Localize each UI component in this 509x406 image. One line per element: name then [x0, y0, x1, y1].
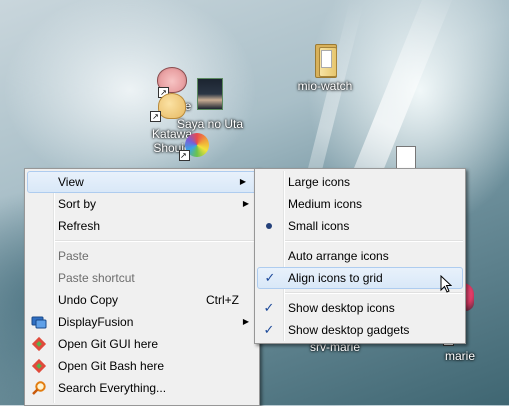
desktop-icon-label: marie	[444, 349, 475, 363]
menu-item-label: Refresh	[58, 219, 101, 233]
menu-item-refresh[interactable]: Refresh	[25, 215, 259, 237]
menu-item-label: Undo Copy	[58, 293, 119, 307]
menu-item-label: Medium icons	[288, 197, 363, 211]
menu-item-label: Show desktop icons	[288, 301, 395, 315]
folder-icon	[313, 44, 337, 78]
menu-separator	[55, 240, 257, 242]
displayfusion-icon	[31, 314, 47, 330]
shortcut-arrow-icon: ↗	[179, 150, 190, 161]
git-icon	[31, 336, 47, 352]
mouse-cursor-icon	[440, 274, 453, 296]
menu-item-label: Align icons to grid	[288, 271, 383, 285]
submenu-arrow-icon: ▶	[242, 199, 249, 208]
anime-character-icon	[197, 78, 223, 110]
menu-item-small-icons[interactable]: Small icons	[255, 215, 465, 237]
menu-item-undo-copy[interactable]: Undo Copy Ctrl+Z	[25, 289, 259, 311]
document-icon	[396, 146, 416, 170]
menu-item-label: Paste	[58, 249, 89, 263]
menu-item-label: Open Git GUI here	[58, 337, 159, 351]
menu-item-medium-icons[interactable]: Medium icons	[255, 193, 465, 215]
heart-icon	[158, 93, 186, 119]
git-icon	[31, 358, 47, 374]
menu-item-paste[interactable]: Paste	[25, 245, 259, 267]
submenu-arrow-icon: ▶	[242, 317, 249, 326]
magnifier-icon	[31, 380, 47, 396]
menu-item-label: Large icons	[288, 175, 351, 189]
menu-item-sort-by[interactable]: Sort by ▶	[25, 193, 259, 215]
menu-item-displayfusion[interactable]: DisplayFusion ▶	[25, 311, 259, 333]
checkmark-icon: ✓	[263, 322, 275, 337]
menu-item-label: Small icons	[288, 219, 350, 233]
desktop-context-menu: View ▶ Sort by ▶ Refresh Paste Paste sho…	[24, 168, 260, 406]
checkmark-icon: ✓	[264, 270, 276, 285]
submenu-arrow-icon: ▶	[239, 177, 246, 186]
menu-item-align-icons-to-grid[interactable]: ✓ Align icons to grid	[257, 267, 463, 289]
menu-item-label: Open Git Bash here	[58, 359, 165, 373]
desktop-icon-mio-watch[interactable]: mio-watch	[290, 44, 360, 93]
menu-item-show-desktop-gadgets[interactable]: ✓ Show desktop gadgets	[255, 319, 465, 341]
menu-item-label: View	[58, 175, 84, 189]
menu-item-open-git-bash[interactable]: Open Git Bash here	[25, 355, 259, 377]
menu-item-label: Sort by	[58, 197, 97, 211]
menu-item-large-icons[interactable]: Large icons	[255, 171, 465, 193]
menu-item-label: DisplayFusion	[58, 315, 134, 329]
menu-item-shortcut: Ctrl+Z	[206, 293, 239, 307]
menu-item-label: Paste shortcut	[58, 271, 135, 285]
shortcut-arrow-icon: ↗	[150, 111, 161, 122]
menu-separator	[285, 292, 463, 294]
menu-item-show-desktop-icons[interactable]: ✓ Show desktop icons	[255, 297, 465, 319]
menu-item-paste-shortcut[interactable]: Paste shortcut	[25, 267, 259, 289]
menu-item-auto-arrange-icons[interactable]: Auto arrange icons	[255, 245, 465, 267]
menu-item-label: Auto arrange icons	[288, 249, 389, 263]
menu-item-label: Show desktop gadgets	[288, 323, 410, 337]
menu-item-view[interactable]: View ▶	[27, 171, 257, 193]
menu-item-search-everything[interactable]: Search Everything...	[25, 377, 259, 399]
radio-bullet-icon	[261, 218, 277, 234]
menu-item-label: Search Everything...	[58, 381, 167, 395]
view-submenu: Large icons Medium icons Small icons Aut…	[254, 168, 466, 344]
menu-item-open-git-gui[interactable]: Open Git GUI here	[25, 333, 259, 355]
desktop-icon-label: mio-watch	[297, 79, 353, 93]
menu-separator	[285, 240, 463, 242]
checkmark-icon: ✓	[263, 300, 275, 315]
